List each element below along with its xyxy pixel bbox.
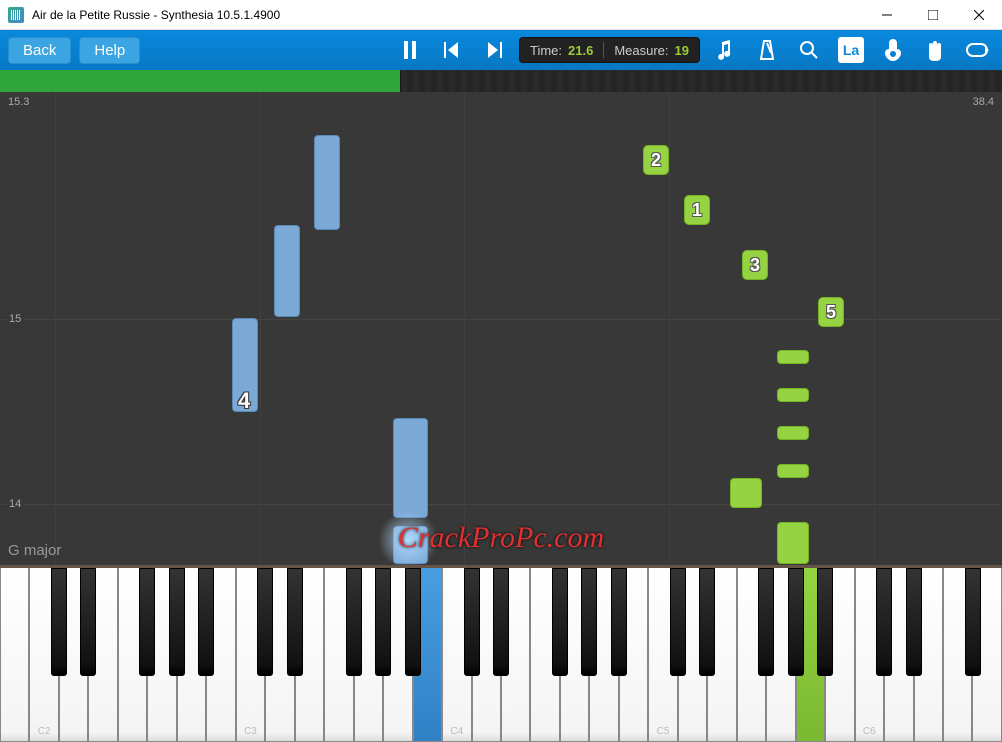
black-key[interactable]	[788, 568, 804, 676]
black-key[interactable]	[80, 568, 96, 676]
black-key[interactable]	[464, 568, 480, 676]
piano-keyboard: C2 C3 C4 C5 C6	[0, 565, 1002, 742]
time-measure-display[interactable]: Time: 21.6 Measure: 19	[519, 37, 700, 63]
time-label: Time:	[530, 43, 562, 58]
black-key[interactable]	[375, 568, 391, 676]
black-key[interactable]	[906, 568, 922, 676]
prev-icon[interactable]	[435, 35, 469, 65]
falling-note	[777, 464, 809, 478]
octave-label: C4	[450, 726, 463, 737]
black-key[interactable]	[287, 568, 303, 676]
octave-label: C6	[863, 726, 876, 737]
white-key[interactable]	[0, 568, 29, 742]
black-key[interactable]	[257, 568, 273, 676]
window-controls	[864, 0, 1002, 30]
octave-label: C5	[657, 726, 670, 737]
falling-note	[393, 418, 428, 518]
black-key[interactable]	[876, 568, 892, 676]
title-bar: Air de la Petite Russie - Synthesia 10.5…	[0, 0, 1002, 30]
black-key[interactable]	[965, 568, 981, 676]
black-key[interactable]	[139, 568, 155, 676]
black-key[interactable]	[198, 568, 214, 676]
black-key[interactable]	[758, 568, 774, 676]
measure-value: 19	[675, 43, 689, 58]
measure-15-label: 15	[6, 313, 24, 325]
falling-note	[777, 350, 809, 364]
progress-done	[0, 70, 401, 92]
black-key[interactable]	[670, 568, 686, 676]
black-key[interactable]	[169, 568, 185, 676]
black-key[interactable]	[581, 568, 597, 676]
finger-badge-1: 1	[684, 195, 710, 225]
labels-icon[interactable]: La	[834, 35, 868, 65]
measure-14-label: 14	[6, 498, 24, 510]
back-button[interactable]: Back	[8, 37, 71, 64]
close-button[interactable]	[956, 0, 1002, 30]
time-value: 21.6	[568, 43, 593, 58]
black-key[interactable]	[817, 568, 833, 676]
help-button[interactable]: Help	[79, 37, 140, 64]
maximize-button[interactable]	[910, 0, 956, 30]
grid: 15 14	[0, 92, 1002, 565]
pause-icon[interactable]	[393, 35, 427, 65]
progress-bar[interactable]	[0, 70, 1002, 92]
falling-note	[314, 135, 340, 230]
measure-label: Measure:	[614, 43, 668, 58]
black-key[interactable]	[611, 568, 627, 676]
loop-icon[interactable]	[960, 35, 994, 65]
progress-remaining	[401, 70, 1002, 92]
metronome-icon[interactable]	[750, 35, 784, 65]
falling-note	[777, 388, 809, 402]
note-track: 15.3 38.4 15 14 2 1 3 5 4 G major CrackP…	[0, 70, 1002, 565]
black-key[interactable]	[552, 568, 568, 676]
finger-label-4: 4	[238, 388, 250, 414]
black-key[interactable]	[699, 568, 715, 676]
finger-badge-2: 2	[643, 145, 669, 175]
zoom-icon[interactable]	[792, 35, 826, 65]
window-title: Air de la Petite Russie - Synthesia 10.5…	[32, 8, 864, 22]
hand-icon[interactable]	[918, 35, 952, 65]
octave-label: C3	[244, 726, 257, 737]
bookmark-icon[interactable]	[876, 35, 910, 65]
octave-label: C2	[38, 726, 51, 737]
finger-badge-5: 5	[818, 297, 844, 327]
app-icon	[8, 7, 24, 23]
finger-badge-3: 3	[742, 250, 768, 280]
black-key[interactable]	[493, 568, 509, 676]
falling-note	[274, 225, 300, 317]
black-key[interactable]	[346, 568, 362, 676]
next-icon[interactable]	[477, 35, 511, 65]
toolbar: Back Help Time: 21.6 Measure: 19 La	[0, 30, 1002, 70]
falling-note	[730, 478, 762, 508]
falling-note	[393, 526, 428, 564]
key-signature-label: G major	[8, 542, 61, 559]
falling-note	[777, 522, 809, 564]
black-key[interactable]	[51, 568, 67, 676]
falling-note	[777, 426, 809, 440]
minimize-button[interactable]	[864, 0, 910, 30]
music-note-icon[interactable]	[708, 35, 742, 65]
black-key[interactable]	[405, 568, 421, 676]
